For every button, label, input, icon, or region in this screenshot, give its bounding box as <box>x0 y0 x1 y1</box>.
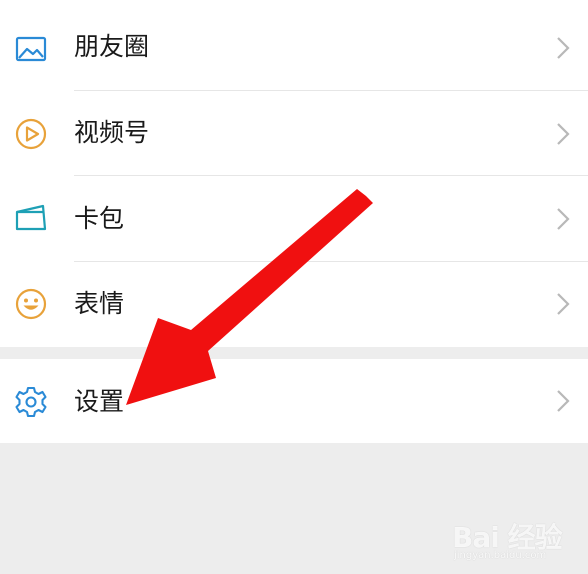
menu-item-label: 设置 <box>74 387 125 416</box>
menu-group-settings: 设置 <box>0 359 588 443</box>
card-wallet-icon <box>15 204 47 231</box>
sticker-smile-icon <box>15 288 47 320</box>
menu-item-stickers[interactable]: 表情 <box>0 262 588 347</box>
chevron-right-icon <box>557 208 570 230</box>
gear-icon <box>15 386 47 418</box>
baidu-watermark-url: jingyan.baidu.com <box>454 550 547 561</box>
moments-icon <box>15 36 47 62</box>
menu-item-label: 视频号 <box>74 118 150 147</box>
chevron-right-icon <box>557 293 570 315</box>
menu-item-label: 朋友圈 <box>74 32 150 61</box>
menu-item-settings[interactable]: 设置 <box>0 359 588 443</box>
menu-item-channels[interactable]: 视频号 <box>0 91 588 176</box>
menu-item-label: 卡包 <box>74 204 125 233</box>
menu-group-top: 朋友圈 视频号 卡包 表情 <box>0 0 588 347</box>
menu-item-label: 表情 <box>74 289 125 318</box>
menu-item-moments[interactable]: 朋友圈 <box>0 5 588 90</box>
menu-item-card-wallet[interactable]: 卡包 <box>0 176 588 261</box>
chevron-right-icon <box>557 390 570 412</box>
channels-play-icon <box>15 118 47 150</box>
chevron-right-icon <box>557 37 570 59</box>
chevron-right-icon <box>557 123 570 145</box>
